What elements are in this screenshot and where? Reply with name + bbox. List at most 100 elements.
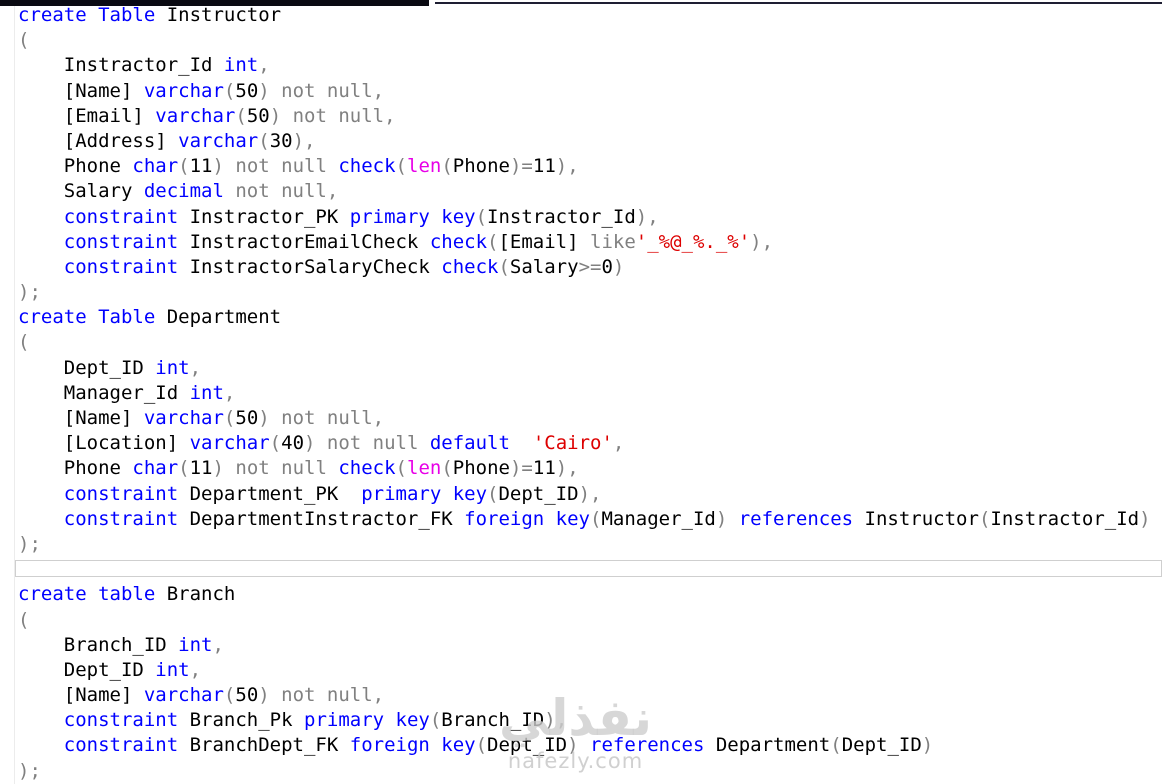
code-token: ) <box>567 734 591 757</box>
code-line[interactable]: ( <box>18 330 1162 355</box>
code-token: ( <box>18 608 30 631</box>
code-line[interactable]: [Address] varchar(30), <box>18 129 1162 154</box>
code-token: varchar <box>178 129 259 152</box>
code-token: Instractor_Id <box>990 507 1140 530</box>
code-token: InstractorSalaryCheck <box>178 255 442 278</box>
code-line[interactable]: constraint Branch_Pk primary key(Branch_… <box>18 708 1162 733</box>
top-bar-right-line <box>435 2 1162 4</box>
code-token: char <box>132 457 179 480</box>
code-line[interactable]: constraint InstractorEmailCheck check([E… <box>18 230 1162 255</box>
code-token: primary key <box>304 709 430 732</box>
code-token: Department_PK <box>178 482 362 505</box>
code-token: check <box>441 255 499 278</box>
code-token: [Email] <box>498 230 579 253</box>
code-token: ( <box>223 79 236 102</box>
code-token: check <box>338 155 396 178</box>
code-token: 50 <box>235 79 259 102</box>
code-token: int <box>155 356 190 379</box>
code-line[interactable]: Manager_Id int, <box>18 381 1162 406</box>
code-line[interactable]: [Email] varchar(50) not null, <box>18 104 1162 129</box>
code-token: ( <box>269 432 282 455</box>
code-line[interactable]: Phone char(11) not null check(len(Phone)… <box>18 456 1162 481</box>
code-token: )= <box>509 457 533 480</box>
code-line[interactable]: Phone char(11) not null check(len(Phone)… <box>18 154 1162 179</box>
code-token: ) <box>921 734 934 757</box>
code-token: ( <box>487 482 499 505</box>
code-token: ( <box>178 457 190 480</box>
code-token: check <box>429 230 488 253</box>
code-token: 50 <box>235 407 259 429</box>
code-line[interactable]: Dept_ID int, <box>18 658 1162 683</box>
code-token: constraint <box>63 709 179 732</box>
code-line[interactable]: Instractor_Id int, <box>18 53 1162 78</box>
code-token: check <box>338 457 396 480</box>
code-line[interactable]: create Table Instructor <box>18 3 1162 28</box>
code-token: create <box>18 4 87 26</box>
code-editor[interactable]: create Table Instructor ( Instractor_Id i… <box>0 0 1162 784</box>
code-token: 50 <box>235 684 259 707</box>
code-line[interactable]: constraint InstractorSalaryCheck check(S… <box>18 255 1162 280</box>
code-token: ( <box>441 457 453 480</box>
code-token: Salary <box>509 255 579 278</box>
code-token: char <box>132 155 179 178</box>
code-token: Table <box>98 4 156 26</box>
code-line[interactable]: create table Branch <box>18 582 1162 607</box>
code-line[interactable]: ( <box>18 608 1162 633</box>
current-line-highlight[interactable] <box>15 557 1162 582</box>
code-token: [Location] <box>18 432 190 455</box>
code-line[interactable]: constraint Instractor_PK primary key(Ins… <box>18 205 1162 230</box>
code-token: [Email] <box>18 104 156 127</box>
code-line[interactable]: [Name] varchar(50) not null, <box>18 683 1162 708</box>
code-token: 11 <box>532 155 556 178</box>
code-token: ( <box>475 734 488 757</box>
code-token: ), <box>578 482 602 505</box>
code-line[interactable]: Salary decimal not null, <box>18 179 1162 204</box>
code-token: ), <box>750 230 774 253</box>
code-token: varchar <box>143 79 224 102</box>
code-token: len <box>407 457 442 480</box>
code-line[interactable]: ( <box>18 28 1162 53</box>
code-token: ) not null <box>212 457 339 480</box>
code-token: int <box>223 54 259 77</box>
code-token: ( <box>178 155 190 178</box>
code-line[interactable]: [Location] varchar(40) not null default … <box>18 431 1162 456</box>
code-token: varchar <box>143 407 224 429</box>
code-token: default <box>429 432 510 455</box>
code-token: ( <box>441 155 453 178</box>
code-token: varchar <box>155 104 236 127</box>
code-token: Instructor <box>155 4 282 26</box>
code-token: ( <box>223 684 236 707</box>
code-token: , <box>189 356 202 379</box>
code-token: varchar <box>189 432 270 455</box>
code-line[interactable]: Branch_ID int, <box>18 633 1162 658</box>
code-token: ( <box>487 230 499 253</box>
code-token: Table <box>98 306 156 329</box>
code-token: foreign key <box>464 507 590 530</box>
code-line[interactable]: constraint BranchDept_FK foreign key(Dep… <box>18 733 1162 758</box>
code-token: )= <box>509 155 533 178</box>
code-line[interactable]: constraint DepartmentInstractor_FK forei… <box>18 507 1162 532</box>
code-token: 11 <box>189 457 213 480</box>
code-token: Phone <box>452 155 510 178</box>
code-line[interactable]: create Table Department <box>18 305 1162 330</box>
code-token: Dept_ID <box>841 734 922 757</box>
code-line[interactable]: constraint Department_PK primary key(Dep… <box>18 482 1162 507</box>
code-token: ), <box>292 129 316 152</box>
sql-editor-screen: create Table Instructor ( Instractor_Id i… <box>0 0 1162 784</box>
code-line[interactable]: ); <box>18 280 1162 305</box>
code-token: Dept_ID <box>498 482 579 505</box>
code-token: , <box>612 432 625 455</box>
code-line[interactable]: [Name] varchar(50) not null, <box>18 406 1162 431</box>
code-token: varchar <box>143 684 224 707</box>
code-line[interactable]: ); <box>18 759 1162 784</box>
code-token: int <box>178 633 213 656</box>
code-token: ( <box>498 255 510 278</box>
code-token: ( <box>978 507 991 530</box>
code-line[interactable]: [Name] varchar(50) not null, <box>18 79 1162 104</box>
code-token: create table <box>18 583 156 606</box>
code-line[interactable]: Dept_ID int, <box>18 356 1162 381</box>
code-line[interactable]: ); <box>18 532 1162 557</box>
code-token: BranchDept_FK <box>178 734 350 757</box>
